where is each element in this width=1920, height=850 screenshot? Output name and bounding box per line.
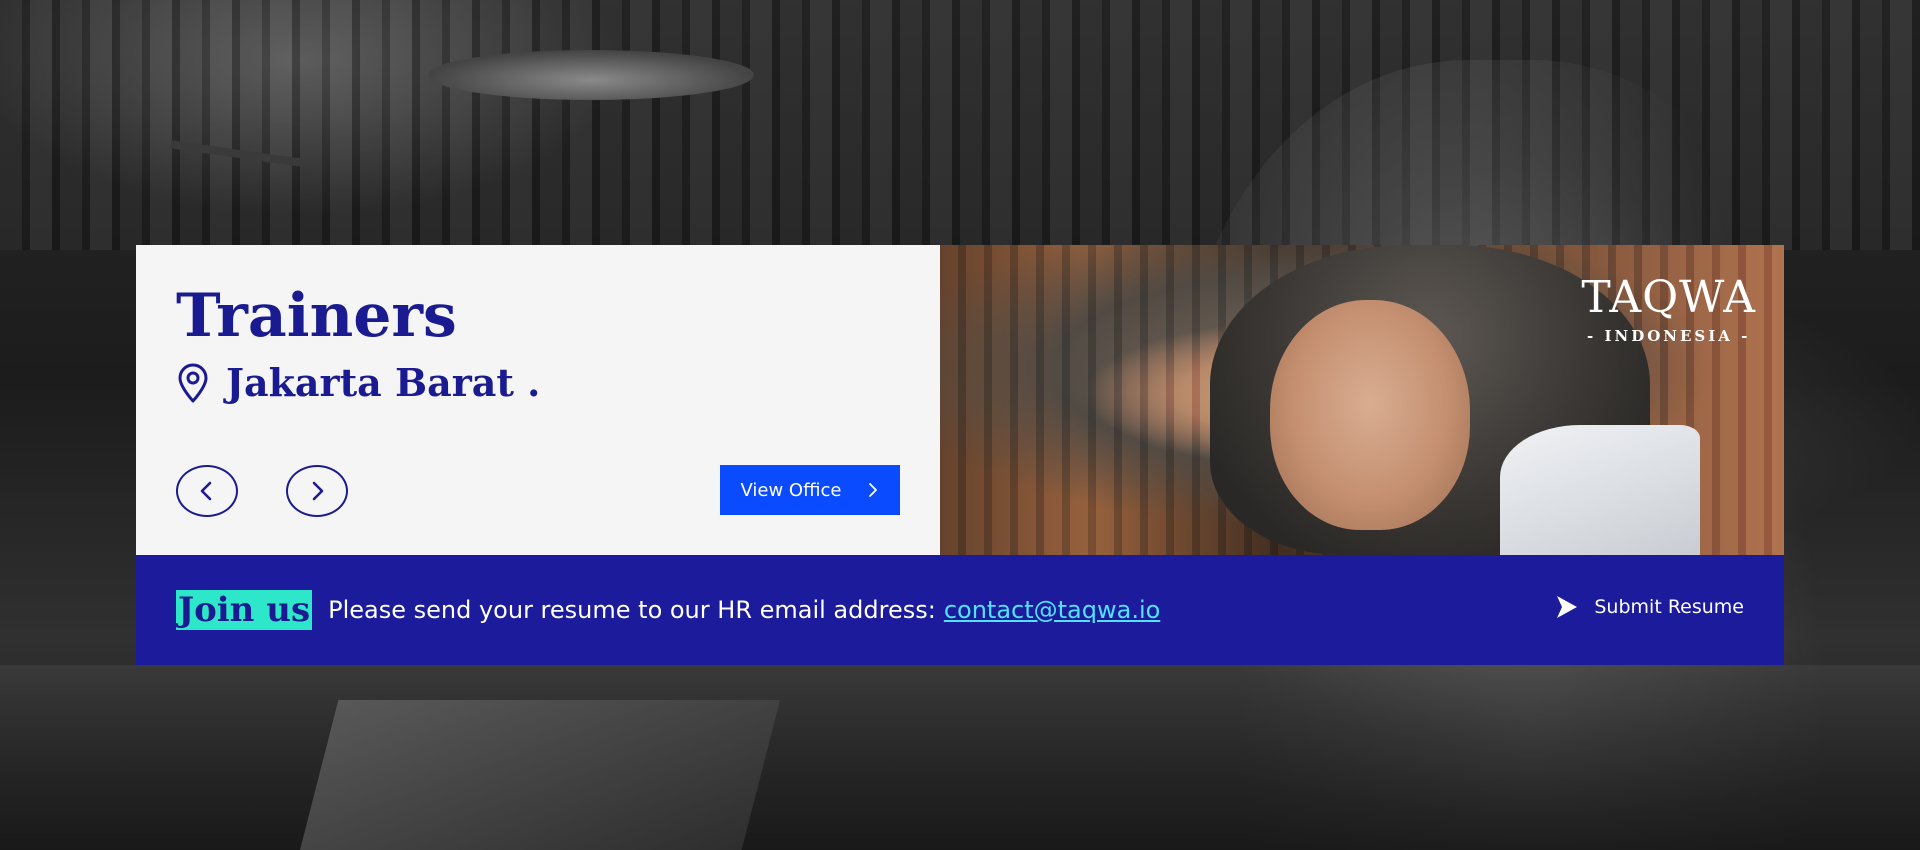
background-desk — [0, 665, 1920, 850]
trainer-photo: TAQWA - INDONESIA - — [940, 245, 1784, 555]
hero-section: Trainers Jakarta Barat . View Office TAQ… — [0, 0, 1920, 850]
submit-resume-button[interactable]: Submit Resume — [1556, 595, 1744, 619]
job-banner-card: Trainers Jakarta Barat . View Office TAQ… — [136, 245, 1784, 665]
logo-wordmark: TAQWA — [1581, 272, 1756, 323]
photo-face — [1270, 300, 1470, 530]
chevron-left-icon — [200, 481, 212, 501]
map-pin-icon — [176, 363, 210, 403]
chevron-right-icon — [869, 483, 878, 497]
view-office-label: View Office — [740, 479, 842, 501]
location-label: Jakarta Barat . — [226, 360, 541, 405]
chevron-right-icon — [312, 481, 324, 501]
background-lamp — [428, 50, 754, 100]
join-us-bar: Join us Please send your resume to our H… — [136, 555, 1784, 665]
hr-email-link[interactable]: contact@taqwa.io — [944, 596, 1160, 624]
background-laptop — [300, 700, 780, 850]
job-info-panel: Trainers Jakarta Barat . View Office — [136, 245, 940, 555]
next-slide-button[interactable] — [286, 465, 348, 517]
taqwa-logo: TAQWA - INDONESIA - — [1581, 272, 1756, 346]
photo-shirt — [1500, 425, 1700, 555]
logo-subtitle: - INDONESIA - — [1587, 327, 1751, 345]
job-location: Jakarta Barat . — [176, 360, 540, 406]
resume-message: Please send your resume to our HR email … — [328, 596, 936, 624]
send-icon — [1557, 596, 1578, 618]
submit-resume-label: Submit Resume — [1594, 596, 1744, 618]
join-us-tag: Join us — [176, 590, 313, 630]
job-title: Trainers — [176, 281, 457, 351]
previous-slide-button[interactable] — [176, 465, 238, 517]
view-office-button[interactable]: View Office — [720, 465, 900, 515]
